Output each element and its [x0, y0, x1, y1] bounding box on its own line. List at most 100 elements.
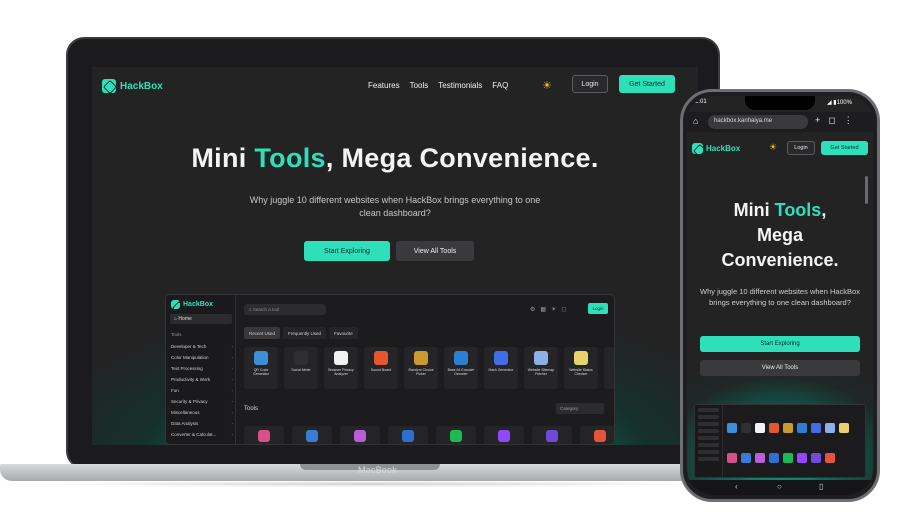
tool-icon	[254, 351, 268, 365]
nav-link-features[interactable]: Features	[368, 81, 400, 90]
tool-card[interactable]: Ur...	[604, 347, 614, 389]
search-placeholder: Search a tool	[252, 307, 280, 312]
phone-login-button[interactable]: Login	[787, 141, 815, 155]
tab-recent-used[interactable]: Recent Used	[244, 327, 281, 339]
tool-card[interactable]: Social Meter	[284, 347, 318, 389]
chevron-right-icon: ›	[231, 410, 234, 415]
phone-start-exploring-button[interactable]: Start Exploring	[700, 336, 860, 352]
mini-tool-icon	[797, 423, 807, 433]
sidebar-item-security[interactable]: Security & Privacy ›	[171, 396, 233, 407]
home-icon[interactable]: ⌂	[693, 116, 698, 126]
dashboard-sidebar: HackBox ⌂ Home Tools Developer & Tech › C…	[166, 295, 236, 444]
sidebar-item-converter[interactable]: Converter & Calculat... ›	[171, 429, 233, 440]
url-field[interactable]: hackbox.kanhaiya.me	[708, 115, 808, 129]
chevron-right-icon: ›	[231, 421, 234, 426]
login-button[interactable]: Login	[572, 75, 608, 93]
battery-level: 100%	[836, 100, 852, 106]
tool-tile[interactable]	[244, 426, 284, 444]
dashboard-main: ⌕ Search a tool ⚙▦☀◻ Login Recent Used F…	[240, 295, 614, 444]
tool-card[interactable]: Sound Board	[364, 347, 398, 389]
phone-dashboard-sidebar	[695, 405, 723, 477]
view-all-tools-button[interactable]: View All Tools	[396, 241, 474, 261]
laptop-brand-label: MacBook	[358, 465, 397, 475]
mini-line	[698, 429, 719, 433]
sidebar-item-productivity[interactable]: Productivity & Work ›	[171, 374, 233, 385]
tool-card[interactable]: Browser Privacy Analyzer	[324, 347, 358, 389]
tool-card[interactable]: QR Code Generator	[244, 347, 278, 389]
tool-card[interactable]: Hash Generator	[484, 347, 518, 389]
sidebar-item-label: Miscellaneous	[171, 410, 200, 415]
mini-tool-icon	[825, 423, 835, 433]
sidebar-item-home[interactable]: ⌂ Home	[170, 314, 232, 324]
dashboard-logo[interactable]: HackBox	[171, 300, 213, 309]
tool-tile[interactable]	[388, 426, 428, 444]
sidebar-item-color[interactable]: Color Manipulation ›	[171, 352, 233, 363]
phone-hero-line1-part1: Mini	[733, 200, 775, 220]
mini-line	[698, 422, 719, 426]
sidebar-item-developer[interactable]: Developer & Tech ›	[171, 341, 233, 352]
sun-icon[interactable]: ☀	[769, 142, 777, 153]
tool-card[interactable]: Website Status Checker	[564, 347, 598, 389]
chevron-right-icon: ›	[231, 355, 234, 360]
tool-search-input[interactable]: ⌕ Search a tool	[244, 304, 326, 315]
tool-grid-row	[244, 426, 614, 444]
sidebar-item-data[interactable]: Data Analysis ›	[171, 418, 233, 429]
recents-icon[interactable]: ▯	[819, 482, 823, 491]
phone-site-logo[interactable]: HackBox	[692, 143, 740, 154]
mini-tool-icon	[811, 453, 821, 463]
chevron-right-icon: ›	[231, 399, 234, 404]
laptop-screen: HackBox Features Tools Testimonials FAQ …	[92, 67, 698, 445]
mini-tool-icon	[769, 453, 779, 463]
browser-controls-icon[interactable]: +◻⋮	[815, 115, 861, 126]
tool-tile[interactable]	[580, 426, 614, 444]
category-select[interactable]: Category	[556, 403, 604, 414]
mini-tool-icon	[741, 423, 751, 433]
tool-icon	[498, 430, 510, 442]
nav-link-tools[interactable]: Tools	[410, 81, 429, 90]
tool-tile[interactable]	[436, 426, 476, 444]
tool-tile[interactable]	[340, 426, 380, 444]
tool-icon	[402, 430, 414, 442]
home-button-icon[interactable]: ○	[777, 482, 782, 491]
dashboard-login-button[interactable]: Login	[588, 303, 608, 314]
sidebar-item-fun[interactable]: Fun ›	[171, 385, 233, 396]
tool-icon	[414, 351, 428, 365]
nav-link-faq[interactable]: FAQ	[492, 81, 508, 90]
dashboard-preview: HackBox ⌂ Home Tools Developer & Tech › C…	[165, 294, 615, 445]
tool-card-label: Browser Privacy Analyzer	[328, 368, 354, 376]
start-exploring-button[interactable]: Start Exploring	[304, 241, 390, 261]
top-navbar: HackBox Features Tools Testimonials FAQ …	[92, 75, 698, 99]
tool-card[interactable]: Base 64 Encoder Decoder	[444, 347, 478, 389]
tool-tile[interactable]	[292, 426, 332, 444]
tool-icon	[450, 430, 462, 442]
tab-frequently-used[interactable]: Frequently Used	[283, 327, 327, 339]
tool-card-label: Social Meter	[291, 368, 311, 372]
sidebar-caption-tools: Tools	[171, 332, 182, 337]
back-icon[interactable]: ‹	[735, 482, 738, 491]
tool-icon	[534, 351, 548, 365]
tool-icon	[258, 430, 270, 442]
tool-tile[interactable]	[532, 426, 572, 444]
tool-tile[interactable]	[484, 426, 524, 444]
nav-link-testimonials[interactable]: Testimonials	[438, 81, 482, 90]
phone-get-started-button[interactable]: Get Started	[821, 141, 868, 155]
sidebar-item-text[interactable]: Text Processing ›	[171, 363, 233, 374]
tool-card[interactable]: Random Choice Picker	[404, 347, 438, 389]
phone-mini-cards-row2	[727, 453, 835, 463]
tool-icon	[594, 430, 606, 442]
phone-hero-title: Mini Tools, Mega Convenience.	[687, 198, 873, 273]
phone-view-all-tools-button[interactable]: View All Tools	[700, 360, 860, 376]
recent-tool-cards: QR Code Generator Social Meter Browser Pri…	[244, 347, 614, 389]
sidebar-item-misc[interactable]: Miscellaneous ›	[171, 407, 233, 418]
site-logo[interactable]: HackBox	[102, 79, 163, 93]
sun-icon[interactable]: ☀	[542, 79, 552, 92]
site-logo-text: HackBox	[120, 80, 163, 92]
get-started-button[interactable]: Get Started	[619, 75, 675, 93]
phone-status-time: 2:01	[695, 99, 707, 105]
tool-card[interactable]: Website Sitemap Fetcher	[524, 347, 558, 389]
mini-tool-icon	[825, 453, 835, 463]
tool-icon	[334, 351, 348, 365]
dashboard-header-icons[interactable]: ⚙▦☀◻	[530, 306, 571, 313]
phone-hero-line1-part2: ,	[821, 200, 827, 220]
tab-favourite[interactable]: Favourite	[329, 327, 358, 339]
